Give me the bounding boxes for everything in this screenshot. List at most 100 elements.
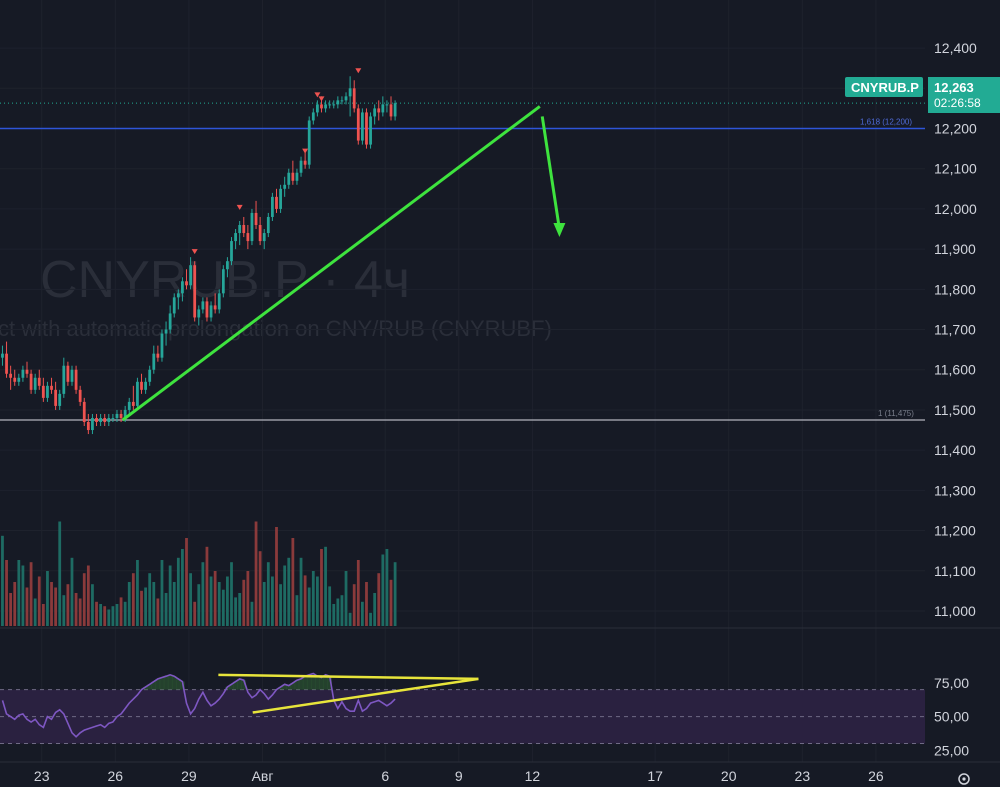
volume-bar [62, 595, 66, 626]
candle-body [279, 188, 282, 209]
candle-body [13, 377, 17, 382]
volume-bar [369, 612, 372, 626]
volume-bar [226, 576, 229, 626]
volume-bar [168, 565, 172, 626]
volume-bar [209, 576, 213, 626]
rsi-trendline-top[interactable] [218, 673, 479, 681]
volume-bar [136, 560, 139, 626]
candle-body [115, 413, 119, 418]
candle-body [160, 333, 164, 358]
candle-body [70, 369, 74, 382]
time-tick-label: 20 [721, 768, 737, 784]
candle-body [291, 172, 295, 181]
candle-body [17, 377, 21, 382]
volume-bar [295, 595, 299, 626]
candle-body [299, 160, 303, 173]
rsi-fill-segment [167, 674, 173, 690]
candle-body [185, 281, 188, 286]
candle-body [193, 265, 197, 318]
rsi-axis[interactable]: 75,00 50,00 25,00 [934, 675, 969, 758]
chart-canvas[interactable]: CNYRUB.P · 4ч ct with automatic prolonga… [0, 0, 1000, 787]
volume-bar [103, 606, 107, 626]
volume-bar [91, 584, 94, 626]
candle-body [50, 385, 53, 390]
candle-body [172, 297, 176, 314]
volume-bar [156, 598, 160, 626]
volume-bar [283, 565, 287, 626]
volume-bar [275, 527, 278, 626]
volume-bar [299, 557, 303, 626]
fractal-marker [318, 96, 325, 102]
down-arrow-head[interactable] [553, 223, 566, 238]
candle-body [127, 401, 131, 410]
candle-body [381, 104, 385, 113]
candle-body [226, 261, 229, 270]
candle-body [320, 104, 323, 109]
price-tick-label: 11,200 [934, 523, 976, 539]
time-tick-label: 29 [181, 768, 197, 784]
price-tick-label: 11,700 [934, 322, 976, 338]
volume-bar [148, 573, 152, 626]
volume-bar [381, 554, 385, 626]
volume-bar [9, 593, 13, 626]
volume-bar [201, 562, 205, 626]
volume-bar [37, 576, 41, 626]
volume-bar [58, 521, 62, 626]
candle-body [136, 381, 139, 406]
candle-body [41, 385, 45, 398]
time-tick-label: 26 [868, 768, 884, 784]
time-tick-label: 9 [455, 768, 463, 784]
candle-body [217, 293, 221, 310]
candle-body [119, 413, 123, 418]
volume-bar [50, 582, 53, 626]
candle-body [307, 120, 311, 165]
volume-bar [41, 604, 45, 626]
volume-bars [1, 521, 397, 626]
candle-body [266, 216, 270, 234]
candle-body [107, 417, 111, 422]
volume-bar [393, 562, 397, 626]
rsi-pane[interactable] [0, 672, 925, 745]
chart-stage[interactable]: CNYRUB.P · 4ч ct with automatic prolonga… [0, 0, 1000, 787]
countdown-label: 02:26:58 [934, 96, 981, 110]
last-price-label: 12,263 [934, 80, 974, 95]
volume-bar [307, 587, 311, 626]
candle-body [152, 353, 156, 370]
price-badge: CNYRUB.P 12,263 02:26:58 [845, 77, 1000, 113]
volume-bar [172, 582, 176, 626]
candle-body [246, 233, 250, 242]
candle-body [369, 116, 372, 145]
candle-body [62, 365, 66, 394]
candle-body [360, 112, 364, 141]
candle-body [168, 313, 172, 330]
volume-bar [189, 573, 192, 626]
candle-body [316, 104, 319, 113]
candle-body [262, 233, 266, 242]
rsi-fill-segment [298, 678, 304, 690]
price-axis[interactable]: 12,40012,30012,20012,10012,00011,90011,8… [934, 40, 977, 619]
volume-bar [348, 612, 352, 626]
volume-bar [356, 560, 360, 626]
volume-bar [123, 601, 127, 626]
candle-body [393, 103, 397, 117]
gear-icon[interactable] [958, 773, 970, 785]
candle-body [230, 241, 233, 262]
price-tick-label: 12,400 [934, 40, 977, 56]
time-axis[interactable]: 23 26 29 Авг 6 9 12 17 20 23 26 [34, 768, 884, 784]
price-tick-label: 12,200 [934, 121, 977, 137]
volume-bar [197, 584, 201, 626]
candle-body [340, 100, 344, 102]
price-tick-label: 11,000 [934, 603, 976, 619]
candle-body [283, 184, 287, 189]
candle-body [373, 108, 377, 117]
time-tick-label: Авг [252, 768, 274, 784]
volume-bar [66, 584, 70, 626]
volume-bar [82, 573, 86, 626]
volume-bar [352, 584, 356, 626]
volume-bar [95, 601, 98, 626]
candle-body [54, 389, 58, 406]
down-arrow[interactable] [540, 116, 561, 230]
fib-level-1618-label: 1,618 (12,200) [860, 118, 912, 127]
candle-body [9, 373, 13, 378]
volume-bar [164, 593, 168, 626]
